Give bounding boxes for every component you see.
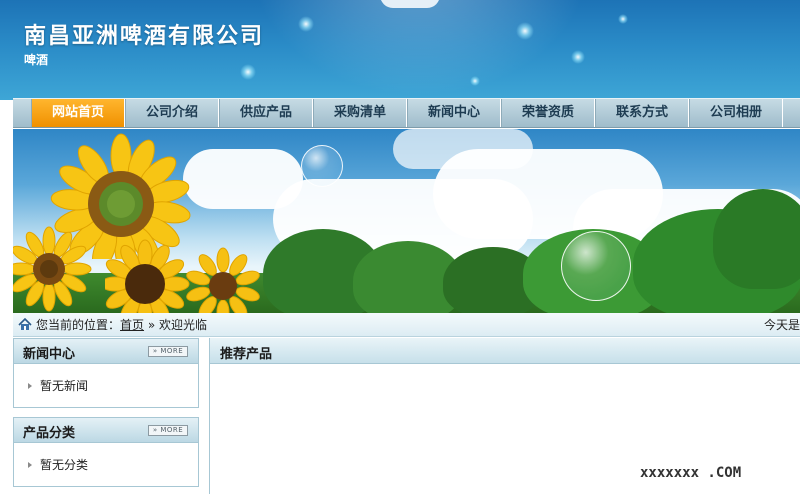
category-box-header: 产品分类 » MORE — [14, 418, 198, 443]
bubble — [561, 231, 631, 301]
nav-item-about[interactable]: 公司介绍 — [125, 99, 219, 127]
banner-trees — [713, 189, 800, 289]
breadcrumb-current: 欢迎光临 — [159, 318, 208, 332]
nav-item-album[interactable]: 公司相册 — [689, 99, 783, 127]
banner-cloud — [393, 129, 533, 169]
sparkle — [516, 22, 534, 40]
news-more-button[interactable]: » MORE — [148, 346, 188, 357]
header-cloud — [380, 0, 440, 8]
home-icon — [18, 318, 32, 330]
nav-item-news[interactable]: 新闻中心 — [407, 99, 501, 127]
nav-item-home[interactable]: 网站首页 — [31, 99, 125, 127]
sparkle — [470, 76, 480, 86]
bullet-arrow-icon — [28, 383, 32, 389]
sparkle — [571, 50, 585, 64]
category-box-title: 产品分类 — [23, 426, 76, 441]
news-empty-item: 暂无新闻 — [28, 377, 88, 394]
sunflower-small — [13, 226, 92, 312]
category-box: 产品分类 » MORE 暂无分类 — [13, 417, 199, 487]
recommended-products-title: 推荐产品 — [220, 347, 273, 362]
sparkle — [298, 16, 314, 32]
sparkle — [240, 64, 256, 80]
nav-item-honors[interactable]: 荣誉资质 — [501, 99, 595, 127]
recommended-products-header: 推荐产品 — [210, 338, 800, 364]
bullet-arrow-icon — [28, 462, 32, 468]
nav-item-purchase[interactable]: 采购清单 — [313, 99, 407, 127]
news-box-title: 新闻中心 — [23, 347, 76, 362]
news-box: 新闻中心 » MORE 暂无新闻 — [13, 338, 199, 408]
breadcrumb: 您当前的位置：首页 » 欢迎光临 今天是 — [13, 313, 800, 337]
company-subtitle: 啤酒 — [24, 53, 49, 67]
sunflower-small — [186, 247, 260, 313]
site-header: 南昌亚洲啤酒有限公司 啤酒 — [0, 0, 800, 100]
watermark: xxxxxxx .COM — [628, 461, 800, 485]
breadcrumb-separator: » — [147, 318, 156, 332]
category-empty-item: 暂无分类 — [28, 456, 88, 473]
breadcrumb-home-link[interactable]: 首页 — [120, 318, 144, 332]
light-rays — [220, 0, 620, 100]
banner-image — [13, 129, 800, 313]
today-date: 今天是 — [763, 318, 800, 332]
company-name: 南昌亚洲啤酒有限公司 — [24, 24, 265, 49]
nav-item-products[interactable]: 供应产品 — [219, 99, 313, 127]
sparkle — [618, 14, 628, 24]
sunflower-small — [105, 239, 190, 313]
bubble — [301, 145, 343, 187]
news-box-header: 新闻中心 » MORE — [14, 339, 198, 364]
main-nav: 网站首页 公司介绍 供应产品 采购清单 新闻中心 荣誉资质 联系方式 公司相册 — [13, 98, 800, 128]
nav-item-contact[interactable]: 联系方式 — [595, 99, 689, 127]
breadcrumb-prefix: 您当前的位置： — [36, 318, 121, 332]
category-more-button[interactable]: » MORE — [148, 425, 188, 436]
